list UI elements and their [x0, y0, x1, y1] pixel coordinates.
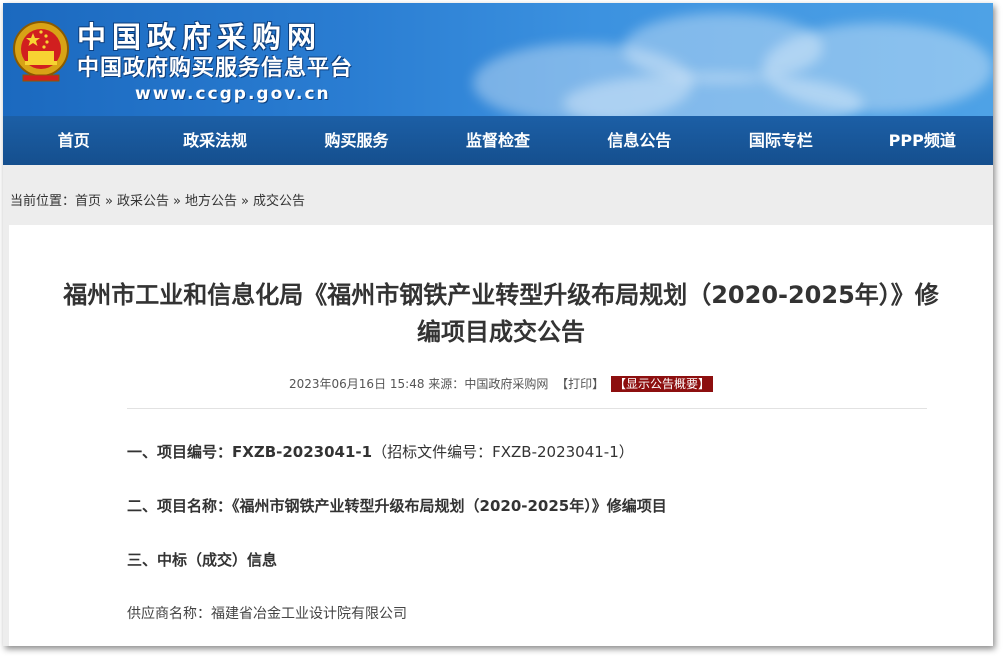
site-subtitle: 中国政府购买服务信息平台: [77, 56, 354, 81]
article-title-line1: 福州市工业和信息化局《福州市钢铁产业转型升级布局规划（2020-2025年）》修: [63, 281, 939, 309]
main-nav: 首页 政采法规 购买服务 监督检查 信息公告 国际专栏 PPP频道: [3, 116, 993, 165]
breadcrumb-separator: »: [173, 194, 181, 209]
supplier-value: 福建省冶金工业设计院有限公司: [211, 606, 407, 622]
award-info-heading: 三、中标（成交）信息: [127, 551, 278, 569]
breadcrumb-prefix: 当前位置：: [10, 194, 76, 209]
supplier-label: 供应商名称：: [127, 606, 211, 622]
section-project-number: 一、项目编号：FXZB-2023041-1（招标文件编号：FXZB-202304…: [127, 441, 634, 463]
article-title: 福州市工业和信息化局《福州市钢铁产业转型升级布局规划（2020-2025年）》修…: [19, 277, 983, 351]
project-name-value: 《福州市钢铁产业转型升级布局规划（2020-2025年）》修编项目: [232, 497, 667, 515]
supplier-name: 供应商名称：福建省冶金工业设计院有限公司: [127, 604, 407, 624]
article-panel: 福州市工业和信息化局《福州市钢铁产业转型升级布局规划（2020-2025年）》修…: [9, 225, 993, 646]
publish-datetime: 2023年06月16日 15:48: [288, 377, 425, 391]
article-meta: 2023年06月16日 15:48 来源：中国政府采购网 【打印】 【显示公告概…: [9, 375, 993, 393]
nav-item-ppp[interactable]: PPP频道: [852, 116, 993, 165]
national-emblem-icon: [13, 21, 69, 82]
breadcrumb-local-notices[interactable]: 地方公告: [185, 194, 237, 209]
site-banner: 中国政府采购网 中国政府购买服务信息平台 www.ccgp.gov.cn: [3, 3, 993, 116]
source-label: 来源：: [428, 377, 465, 391]
section-award-info: 三、中标（成交）信息: [127, 549, 277, 571]
nav-item-home[interactable]: 首页: [3, 116, 144, 165]
breadcrumb-separator: »: [241, 194, 249, 209]
divider: [127, 408, 927, 409]
nav-item-announcements[interactable]: 信息公告: [569, 116, 710, 165]
tender-doc-number: （招标文件编号：FXZB-2023041-1）: [372, 443, 634, 461]
source-name: 中国政府采购网: [464, 377, 549, 391]
print-link[interactable]: 【打印】: [556, 377, 604, 391]
breadcrumb: 当前位置：首页 » 政采公告 » 地方公告 » 成交公告: [10, 193, 305, 211]
site-title: 中国政府采购网: [77, 20, 323, 54]
breadcrumb-procurement-notices[interactable]: 政采公告: [117, 194, 169, 209]
nav-item-regulations[interactable]: 政采法规: [144, 116, 285, 165]
page-frame: 中国政府采购网 中国政府购买服务信息平台 www.ccgp.gov.cn 首页 …: [3, 3, 993, 646]
show-summary-button[interactable]: 【显示公告概要】: [611, 376, 714, 392]
breadcrumb-separator: »: [105, 194, 113, 209]
project-number-value: FXZB-2023041-1: [232, 443, 373, 461]
project-name-label: 二、项目名称：: [127, 497, 233, 515]
breadcrumb-deal-notices[interactable]: 成交公告: [253, 194, 305, 209]
nav-item-international[interactable]: 国际专栏: [710, 116, 851, 165]
breadcrumb-home[interactable]: 首页: [75, 194, 101, 209]
nav-item-supervision[interactable]: 监督检查: [427, 116, 568, 165]
project-number-label: 一、项目编号：: [127, 443, 233, 461]
nav-item-purchase-services[interactable]: 购买服务: [286, 116, 427, 165]
article-title-line2: 编项目成交公告: [417, 318, 585, 346]
section-project-name: 二、项目名称：《福州市钢铁产业转型升级布局规划（2020-2025年）》修编项目: [127, 495, 667, 517]
site-url[interactable]: www.ccgp.gov.cn: [135, 83, 331, 105]
